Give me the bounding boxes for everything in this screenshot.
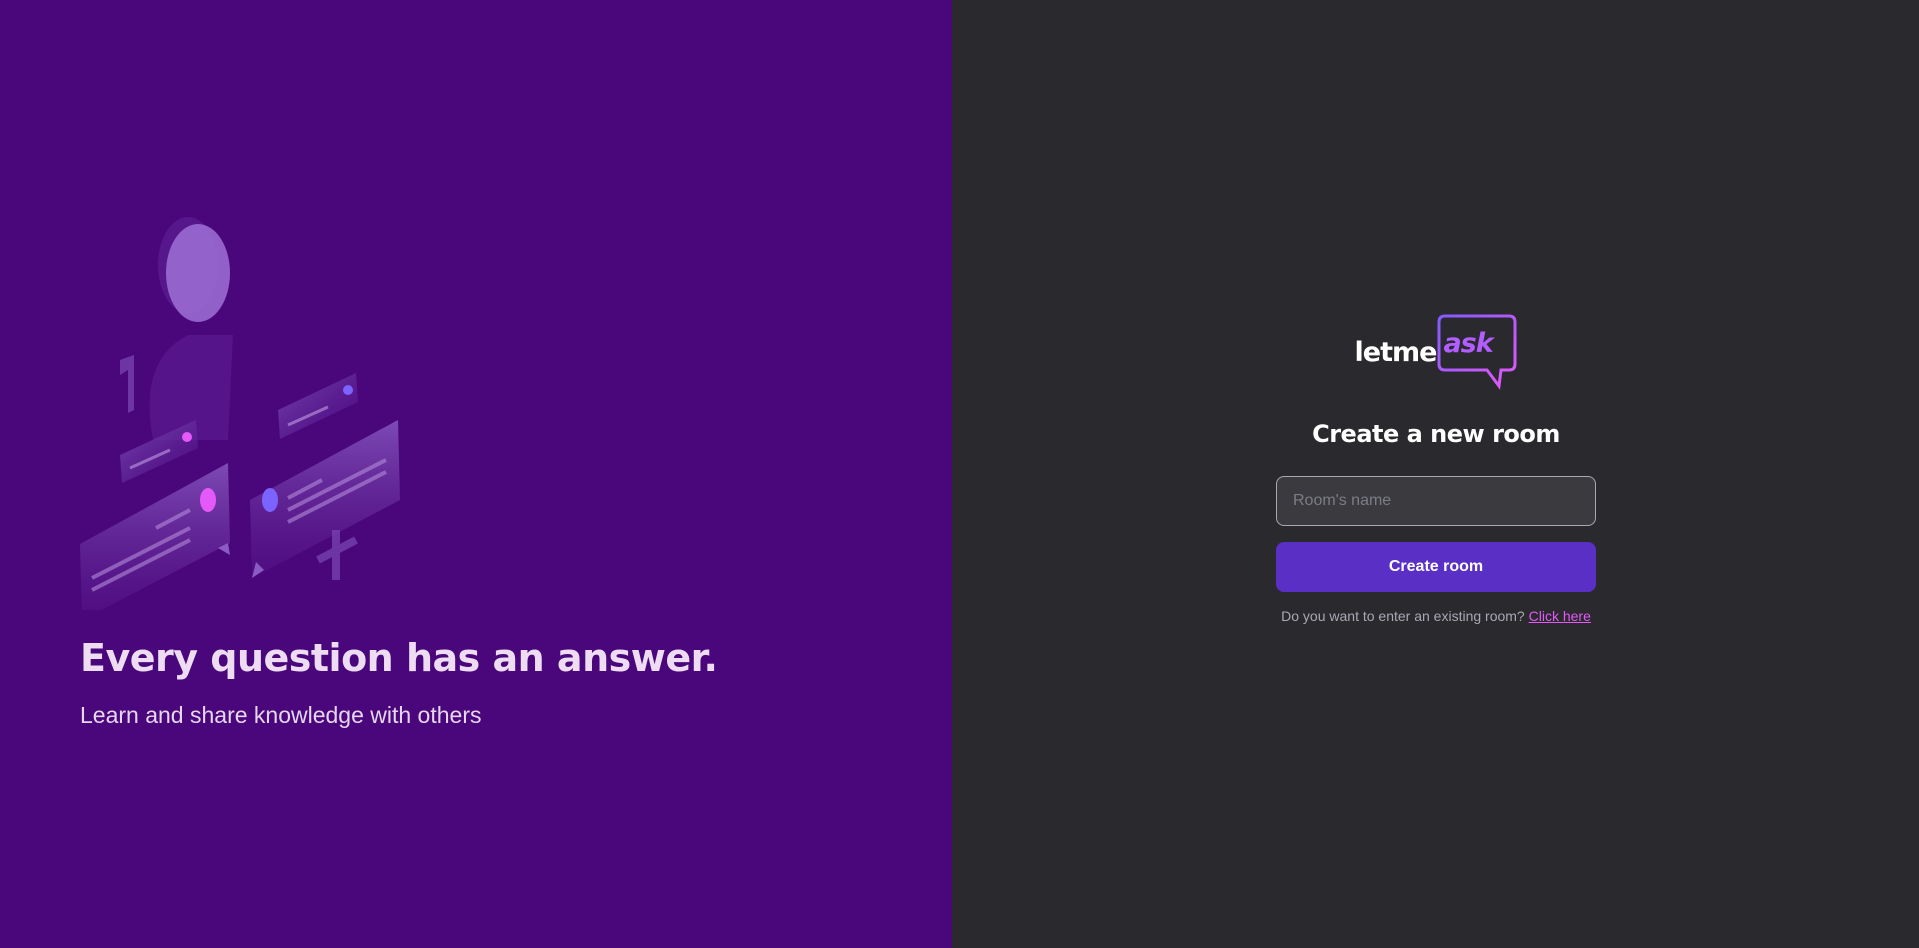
page-title: Create a new room bbox=[1312, 420, 1560, 448]
existing-room-text: Do you want to enter an existing room? bbox=[1281, 608, 1525, 624]
illustration-panel: Every question has an answer. Learn and … bbox=[0, 0, 952, 948]
speech-bubble-icon: ask bbox=[1437, 314, 1517, 390]
existing-room-prompt: Do you want to enter an existing room? C… bbox=[1281, 608, 1591, 624]
aside-subtitle: Learn and share knowledge with others bbox=[80, 702, 482, 728]
letmeask-logo: letme ask bbox=[1355, 314, 1518, 390]
create-room-form: letme ask Create a new room Create room … bbox=[1276, 314, 1596, 624]
person-chat-illustration-icon bbox=[80, 217, 400, 610]
create-room-button[interactable]: Create room bbox=[1276, 542, 1596, 592]
logo-accent-word: ask bbox=[1443, 328, 1493, 359]
aside-title: Every question has an answer. bbox=[80, 636, 718, 680]
create-room-panel: letme ask Create a new room Create room … bbox=[952, 0, 1919, 948]
existing-room-link[interactable]: Click here bbox=[1529, 608, 1591, 624]
room-name-input[interactable] bbox=[1276, 476, 1596, 526]
logo-word: letme bbox=[1354, 336, 1438, 368]
